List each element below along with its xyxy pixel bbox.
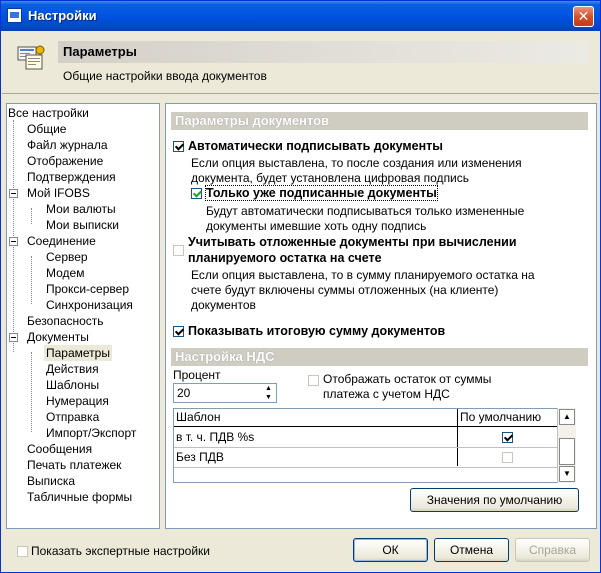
tree-item-documents[interactable]: Документы (27, 329, 89, 345)
auto-sign-desc-2: документа, будет установлена цифровая по… (191, 171, 470, 185)
only-signed-checkbox[interactable] (191, 188, 202, 199)
column-header-template[interactable]: Шаблон (176, 409, 456, 427)
tree-item-confirmations[interactable]: Подтверждения (27, 169, 116, 185)
arrow-up-icon: ▲ (265, 385, 272, 392)
arrow-down-icon: ▼ (265, 394, 272, 401)
help-button[interactable]: Справка (515, 538, 590, 562)
title-bar[interactable]: Настройки ✕ (1, 1, 600, 31)
column-header-default[interactable]: По умолчанию (460, 409, 560, 427)
arrow-down-icon: ▼ (563, 469, 571, 478)
auto-sign-checkbox[interactable] (173, 141, 184, 152)
vat-section-title: Настройка НДС (171, 348, 588, 366)
percent-spinner[interactable]: 20 ▲ ▼ (173, 383, 277, 403)
deferred-docs-label-2: планируемого остатка на счете (188, 251, 382, 265)
spin-down-button[interactable]: ▼ (261, 393, 276, 402)
deferred-docs-desc-3: документов (191, 298, 256, 312)
tree-line (31, 256, 32, 304)
spin-up-button[interactable]: ▲ (261, 384, 276, 393)
row-template-name: в т. ч. ПДВ %s (176, 430, 255, 444)
tree-item-actions[interactable]: Действия (46, 361, 99, 377)
tree-item-my-ifobs[interactable]: Мой IFOBS (27, 185, 90, 201)
expert-settings-checkbox[interactable] (17, 546, 28, 557)
table-row[interactable]: в т. ч. ПДВ %s (174, 428, 564, 448)
show-remainder-checkbox[interactable] (308, 375, 319, 386)
tree-item-my-statements[interactable]: Мои выписки (46, 217, 119, 233)
collapse-connection[interactable] (9, 237, 18, 246)
tree-item-general[interactable]: Общие (27, 121, 66, 137)
deferred-docs-desc-2: счете будут включены суммы отложенных (н… (191, 283, 499, 297)
tree-item-display[interactable]: Отображение (27, 153, 103, 169)
auto-sign-desc-1: Если опция выставлена, то после создания… (191, 156, 522, 170)
settings-tree[interactable]: Все настройки Общие Файл журнала Отображ… (6, 103, 160, 529)
tree-line (31, 352, 32, 432)
tree-item-log-file[interactable]: Файл журнала (27, 137, 108, 153)
vat-templates-grid[interactable]: Шаблон По умолчанию в т. ч. ПДВ %s Без П… (173, 408, 576, 483)
tree-item-connection[interactable]: Соединение (27, 233, 96, 249)
tree-item-my-currencies[interactable]: Мои валюты (46, 201, 116, 217)
only-signed-desc-2: документы имевшие хоть одну подпись (206, 219, 427, 233)
percent-value: 20 (177, 386, 191, 400)
show-remainder-label-2: платежа с учетом НДС (323, 387, 450, 401)
tree-line (13, 120, 14, 352)
deferred-docs-label-1: Учитывать отложенные документы при вычис… (188, 235, 517, 249)
tree-item-statement[interactable]: Выписка (27, 473, 75, 489)
page-subtitle: Общие настройки ввода документов (63, 69, 267, 83)
tree-item-proxy-server[interactable]: Прокси-сервер (46, 281, 129, 297)
tree-item-sync[interactable]: Синхронизация (46, 297, 133, 313)
auto-sign-label: Автоматически подписывать документы (188, 139, 443, 153)
deferred-docs-desc-1: Если опция выставлена, то в сумму планир… (191, 268, 535, 282)
app-icon (7, 8, 22, 23)
show-remainder-label-1: Отображать остаток от суммы (323, 372, 492, 386)
tree-item-parameters[interactable]: Параметры (44, 345, 112, 361)
tree-item-table-forms[interactable]: Табличные формы (27, 489, 132, 505)
header-divider (2, 93, 599, 94)
row-default-checkbox[interactable] (502, 452, 513, 463)
table-row[interactable]: Без ПДВ (174, 448, 564, 468)
grid-scrollbar[interactable]: ▲ ▼ (557, 408, 576, 483)
percent-label: Процент (173, 368, 221, 382)
arrow-up-icon: ▲ (563, 412, 571, 421)
tree-item-modem[interactable]: Модем (46, 265, 84, 281)
scroll-up-button[interactable]: ▲ (559, 409, 575, 425)
tree-item-templates[interactable]: Шаблоны (46, 377, 99, 393)
deferred-docs-checkbox[interactable] (173, 245, 184, 256)
scroll-down-button[interactable]: ▼ (559, 466, 575, 482)
tree-item-numbering[interactable]: Нумерация (46, 393, 109, 409)
tree-item-messages[interactable]: Сообщения (27, 441, 92, 457)
show-total-checkbox[interactable] (173, 326, 184, 337)
window-title: Настройки (28, 8, 97, 23)
close-icon: ✕ (577, 8, 590, 24)
tree-line (31, 208, 32, 224)
settings-window: Настройки ✕ Параметры Общие настройки вв… (0, 0, 601, 573)
settings-documents-icon (17, 45, 45, 70)
ok-button[interactable]: ОК (353, 538, 428, 562)
header-divider (174, 426, 564, 427)
tree-item-all-settings[interactable]: Все настройки (8, 105, 89, 121)
defaults-button[interactable]: Значения по умолчанию (410, 488, 579, 512)
tree-item-server[interactable]: Сервер (46, 249, 88, 265)
only-signed-label: Только уже подписанные документы (205, 185, 438, 201)
row-default-checkbox[interactable] (502, 432, 513, 443)
expert-settings-label: Показать экспертные настройки (31, 544, 210, 558)
close-button[interactable]: ✕ (573, 6, 594, 27)
row-template-name: Без ПДВ (176, 450, 224, 464)
tree-item-import-export[interactable]: Импорт/Экспорт (46, 425, 136, 441)
cancel-button[interactable]: Отмена (434, 538, 509, 562)
collapse-my-ifobs[interactable] (9, 189, 18, 198)
collapse-documents[interactable] (9, 333, 18, 342)
documents-section-title: Параметры документов (171, 112, 588, 130)
scroll-thumb[interactable] (559, 438, 575, 465)
page-title: Параметры (58, 41, 588, 63)
tree-item-security[interactable]: Безопасность (27, 313, 104, 329)
settings-panel: Параметры документов Автоматически подпи… (165, 103, 597, 529)
header: Параметры Общие настройки ввода документ… (2, 31, 599, 94)
tree-item-sending[interactable]: Отправка (46, 409, 99, 425)
only-signed-desc-1: Будут автоматически подписываться только… (206, 204, 525, 218)
tree-item-print-payments[interactable]: Печать платежек (27, 457, 121, 473)
show-total-label: Показывать итоговую сумму документов (188, 324, 446, 338)
